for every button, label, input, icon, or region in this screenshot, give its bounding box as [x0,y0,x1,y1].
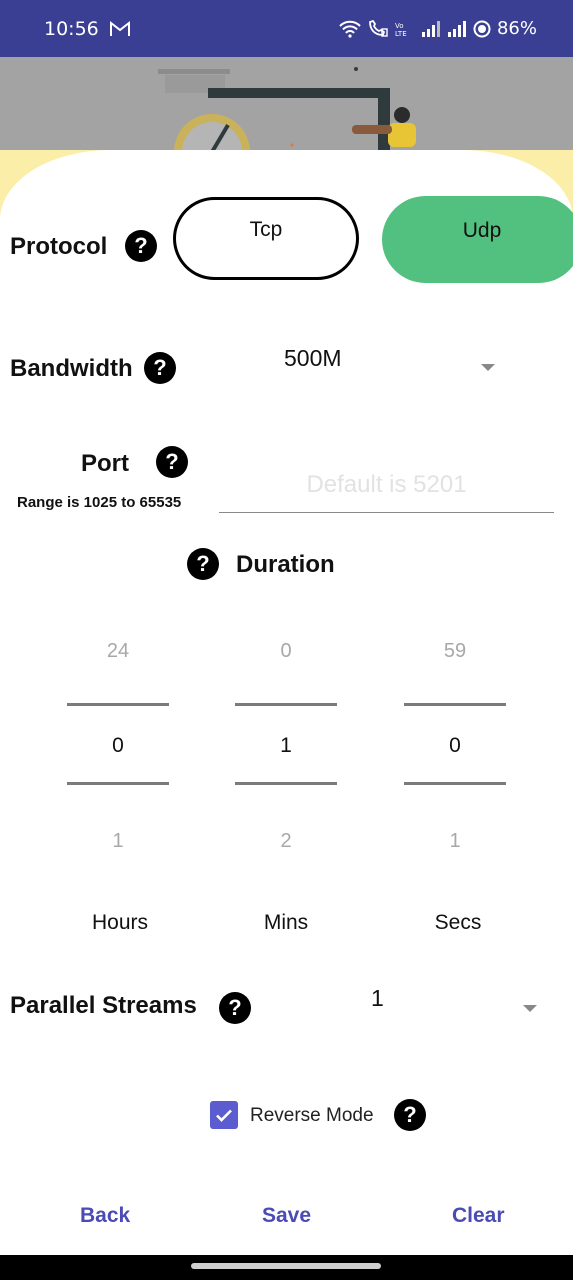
bandwidth-label: Bandwidth [10,355,133,382]
picker-prev-value: 59 [443,640,467,662]
picker-divider [235,782,337,785]
chevron-down-icon [481,364,495,371]
seconds-picker[interactable]: 59 0 1 [404,636,506,856]
bandwidth-value: 500M [284,345,342,371]
seconds-unit-label: Secs [434,911,482,934]
svg-text:Vo: Vo [395,22,404,30]
reverse-mode-help-icon[interactable]: ? [394,1099,426,1131]
chevron-down-icon [523,1005,537,1012]
picker-divider [404,782,506,785]
battery-percent: 86% [496,18,537,39]
wifi-icon [339,20,361,38]
picker-current-value: 0 [112,734,124,757]
clear-button[interactable]: Clear [452,1204,505,1228]
volte-icon: Vo LTE [395,20,415,38]
picker-divider [67,703,169,706]
parallel-streams-help-icon[interactable]: ? [219,992,251,1024]
bandwidth-dropdown[interactable]: 500M [270,335,510,395]
picker-next-value: 1 [112,830,124,852]
status-time: 10:56 [44,18,99,40]
picker-current-value: 0 [449,734,461,757]
port-label: Port [81,450,129,477]
signal-icon [447,20,467,37]
duration-label: Duration [236,551,335,578]
picker-divider [235,703,337,706]
picker-divider [67,782,169,785]
picker-divider [404,703,506,706]
status-bar: 10:56 Vo LTE 86% [0,0,573,57]
home-gesture-handle[interactable] [191,1263,381,1269]
svg-text:LTE: LTE [395,30,407,38]
picker-next-value: 2 [280,830,292,852]
parallel-streams-value: 1 [371,985,384,1011]
reverse-mode-checkbox[interactable] [210,1101,238,1129]
minutes-unit-label: Mins [263,911,309,934]
back-button[interactable]: Back [80,1204,130,1228]
port-help-icon[interactable]: ? [156,446,188,478]
picker-current-value: 1 [280,734,292,757]
picker-next-value: 1 [449,830,461,852]
signal-icon [421,20,441,37]
parallel-streams-dropdown[interactable]: 1 [360,975,550,1035]
hours-unit-label: Hours [91,911,149,934]
checkmark-icon [216,1109,232,1122]
battery-saver-icon [473,20,491,38]
parallel-streams-label: Parallel Streams [10,992,197,1019]
udp-button[interactable]: Udp [382,196,573,283]
protocol-help-icon[interactable]: ? [125,230,157,262]
save-button[interactable]: Save [262,1204,311,1228]
navigation-bar [0,1255,573,1280]
wifi-calling-icon [367,19,389,38]
gmail-icon [110,20,130,37]
picker-prev-value: 0 [280,640,292,662]
duration-help-icon[interactable]: ? [187,548,219,580]
picker-prev-value: 24 [106,640,130,662]
tcp-button[interactable]: Tcp [173,197,359,280]
port-input[interactable] [219,458,554,513]
minutes-picker[interactable]: 0 1 2 [235,636,337,856]
port-range-hint: Range is 1025 to 65535 [17,494,182,511]
reverse-mode-label: Reverse Mode [250,1105,374,1126]
protocol-label: Protocol [10,233,108,260]
bandwidth-help-icon[interactable]: ? [144,352,176,384]
hours-picker[interactable]: 24 0 1 [67,636,169,856]
status-icons: Vo LTE 86% [339,18,537,39]
